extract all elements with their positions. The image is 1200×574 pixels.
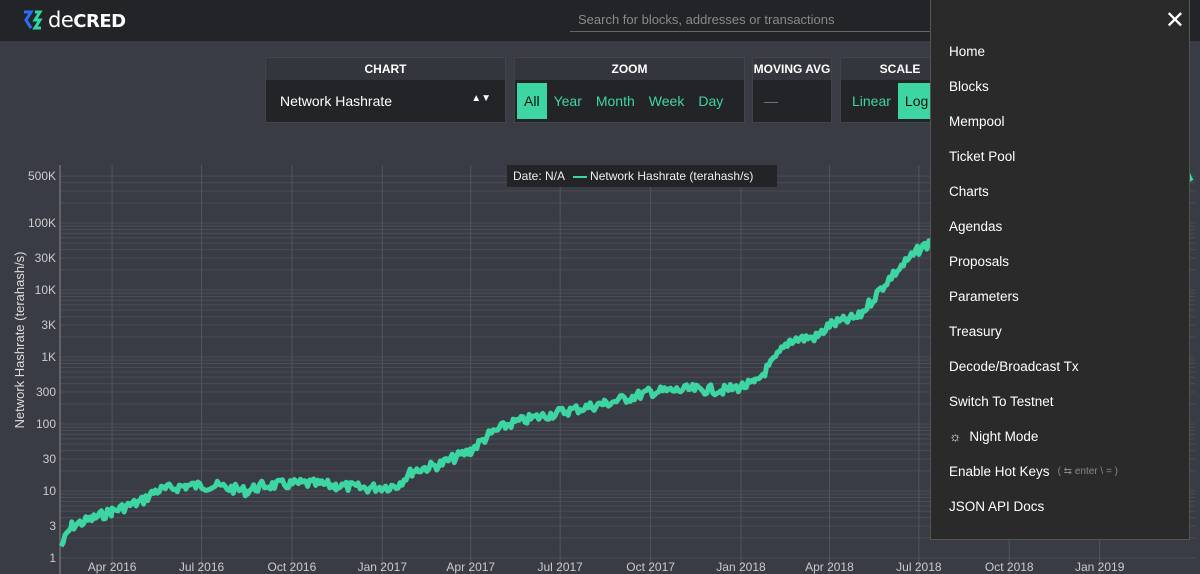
chart-legend: Date: N/A Network Hashrate (terahash/s)	[507, 165, 777, 187]
menu-item-decode-broadcast-tx[interactable]: Decode/Broadcast Tx	[949, 359, 1079, 374]
menu-item-label: JSON API Docs	[949, 499, 1045, 514]
x-tick-label: Oct 2018	[985, 560, 1034, 574]
menu-item-mempool[interactable]: Mempool	[949, 114, 1005, 129]
x-tick-label: Apr 2017	[446, 560, 495, 574]
menu-item-charts[interactable]: Charts	[949, 184, 989, 199]
menu-item-parameters[interactable]: Parameters	[949, 289, 1019, 304]
menu-item-label: Blocks	[949, 79, 989, 94]
legend-date: Date: N/A	[513, 169, 566, 183]
x-tick-label: Apr 2016	[88, 560, 137, 574]
x-tick-label: Jul 2018	[896, 560, 942, 574]
x-tick-label: Jul 2017	[537, 560, 583, 574]
y-tick-label: 3K	[41, 318, 56, 332]
x-tick-label: Jul 2016	[179, 560, 225, 574]
y-tick-label: 10	[43, 484, 57, 498]
menu-item-home[interactable]: Home	[949, 44, 985, 59]
x-tick-label: Jan 2017	[358, 560, 408, 574]
close-icon[interactable]: ✕	[1165, 6, 1185, 34]
menu-item-label: Ticket Pool	[949, 149, 1016, 164]
menu-item-label: Mempool	[949, 114, 1005, 129]
x-tick-label: Jan 2018	[716, 560, 766, 574]
y-tick-label: 3	[49, 519, 56, 533]
y-tick-label: 30	[43, 452, 57, 466]
y-axis-label: Network Hashrate (terahash/s)	[12, 251, 27, 428]
sun-icon: ☼	[949, 429, 962, 444]
menu-item-treasury[interactable]: Treasury	[949, 324, 1002, 339]
legend-swatch	[573, 175, 588, 178]
menu-item-label: Agendas	[949, 219, 1003, 234]
y-tick-label: 10K	[35, 283, 56, 297]
menu-item-label: Treasury	[949, 324, 1002, 339]
menu-item-label: Proposals	[949, 254, 1010, 269]
menu-item-label: Parameters	[949, 289, 1019, 304]
y-tick-label: 500K	[28, 169, 56, 183]
x-tick-label: Jan 2019	[1075, 560, 1125, 574]
y-tick-label: 1	[49, 551, 56, 565]
menu-item-blocks[interactable]: Blocks	[949, 79, 989, 94]
y-tick-label: 1K	[41, 350, 56, 364]
menu-item-label: Decode/Broadcast Tx	[949, 359, 1079, 374]
menu-item-label: Night Mode	[969, 429, 1039, 444]
y-tick-label: 100K	[28, 216, 56, 230]
menu-item-label: Home	[949, 44, 986, 59]
menu-item-label: Charts	[949, 184, 989, 199]
menu-item-switch-to-testnet[interactable]: Switch To Testnet	[949, 394, 1054, 409]
menu-item-json-api-docs[interactable]: JSON API Docs	[949, 499, 1044, 514]
legend-series: Network Hashrate (terahash/s)	[590, 169, 754, 183]
y-tick-label: 30K	[35, 251, 56, 265]
x-tick-label: Apr 2018	[805, 560, 854, 574]
nav-menu: ✕ Home Blocks Mempool Ticket Pool Charts Agen…	[930, 0, 1190, 540]
menu-item-label: Switch To Testnet	[949, 394, 1054, 409]
menu-item-agendas[interactable]: Agendas	[949, 219, 1002, 234]
y-tick-label: 100	[36, 417, 56, 431]
menu-item-proposals[interactable]: Proposals	[949, 254, 1009, 269]
menu-item-enable-hot-keys[interactable]: Enable Hot Keys ( ⇆ enter \ = )	[949, 464, 1118, 479]
y-tick-label: 300	[36, 385, 56, 399]
menu-item-ticket-pool[interactable]: Ticket Pool	[949, 149, 1015, 164]
x-tick-label: Oct 2017	[626, 560, 675, 574]
x-tick-label: Oct 2016	[268, 560, 317, 574]
menu-item-night-mode[interactable]: ☼ Night Mode	[949, 429, 1038, 444]
hotkeys-hint: ( ⇆ enter \ = )	[1057, 466, 1118, 477]
menu-item-label: Enable Hot Keys	[949, 464, 1050, 479]
